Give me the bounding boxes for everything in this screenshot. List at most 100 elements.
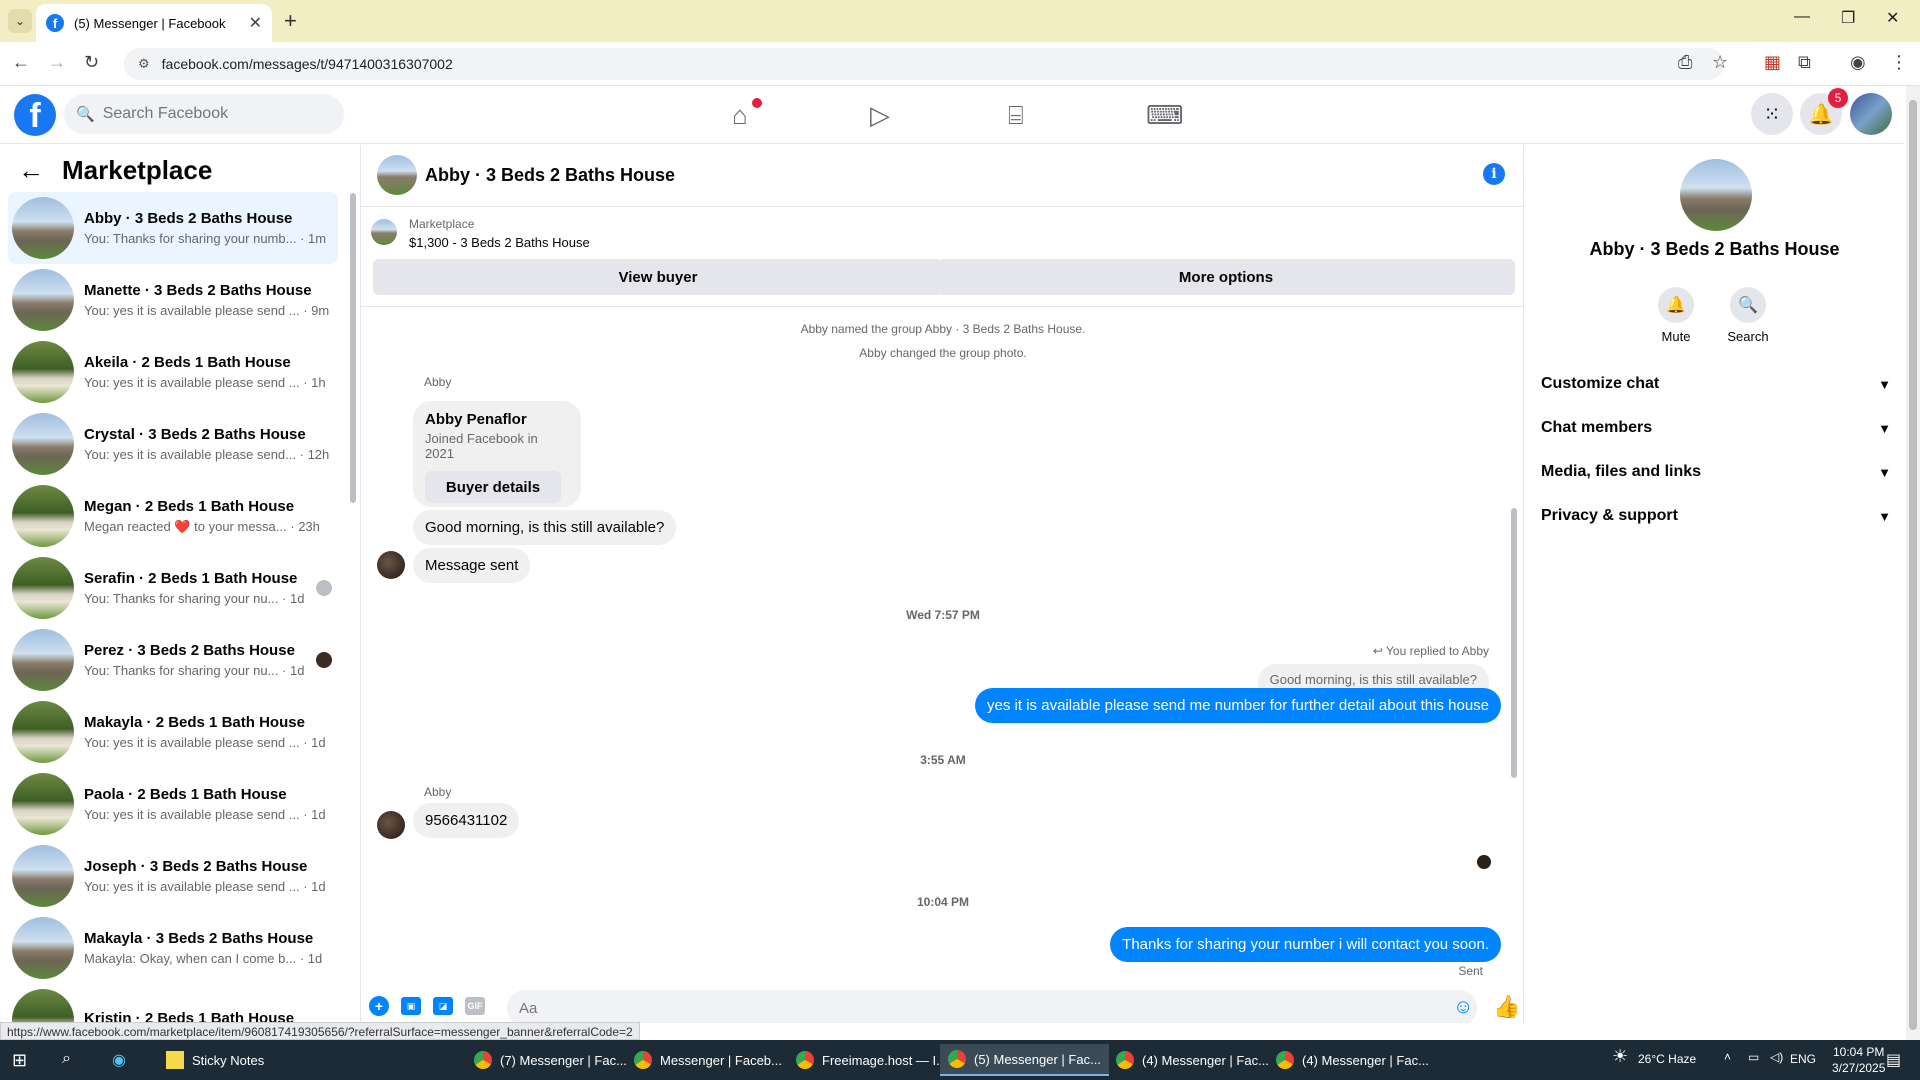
mute-action[interactable]: 🔔 Mute	[1641, 287, 1711, 344]
info-icon[interactable]: i	[1483, 163, 1505, 185]
browser-tab-active[interactable]: f (5) Messenger | Facebook ✕	[36, 4, 272, 42]
address-bar[interactable]: ⚙ facebook.com/messages/t/94714003163070…	[124, 48, 1724, 80]
conversation-item[interactable]: Joseph · 3 Beds 2 Baths House You: yes it…	[8, 840, 338, 912]
taskbar-app[interactable]: (5) Messenger | Fac...	[940, 1044, 1109, 1076]
new-tab-plus-icon[interactable]: +	[284, 8, 297, 34]
snippet-time: · 23h	[290, 518, 320, 534]
reload-icon[interactable]: ↻	[84, 52, 99, 73]
gaming-icon[interactable]: ⌨	[1146, 100, 1184, 131]
message-input[interactable]	[507, 990, 1477, 1023]
tray-chevron-icon[interactable]: ˄	[1724, 1050, 1731, 1064]
media-files-links-section[interactable]: Media, files and links ▼	[1541, 454, 1891, 490]
conversation-thumbnail	[12, 197, 74, 259]
edge-browser-icon[interactable]: ◉	[112, 1050, 126, 1070]
tab-search-chevron-icon[interactable]: ⌄	[8, 9, 32, 33]
taskbar-app[interactable]: Messenger | Faceb...	[626, 1044, 790, 1076]
buyer-details-button[interactable]: Buyer details	[425, 471, 561, 503]
taskbar-app[interactable]: Sticky Notes	[158, 1044, 272, 1076]
conversation-thumbnail	[12, 845, 74, 907]
site-info-icon[interactable]: ⚙	[138, 56, 150, 72]
sticker-icon[interactable]: ◪	[433, 997, 453, 1015]
more-options-button[interactable]: More options	[937, 259, 1515, 295]
back-icon[interactable]: ←	[12, 52, 30, 73]
outgoing-message[interactable]: yes it is available please send me numbe…	[975, 688, 1501, 723]
search-icon[interactable]: 🔍	[1730, 287, 1766, 323]
conversation-item[interactable]: Megan · 2 Beds 1 Bath House Megan reacted…	[8, 480, 338, 552]
minimize-icon[interactable]: —	[1794, 8, 1810, 26]
profile-icon[interactable]: ◉	[1850, 52, 1866, 73]
sender-avatar[interactable]	[377, 811, 405, 839]
page-scrollbar-thumb[interactable]	[1909, 100, 1917, 1030]
sender-avatar[interactable]	[377, 551, 405, 579]
emoji-icon[interactable]: ☺	[1453, 996, 1473, 1019]
taskbar-app[interactable]: Freeimage.host — I...	[788, 1044, 955, 1076]
conversation-item[interactable]: Makayla · 3 Beds 2 Baths House Makayla: O…	[8, 912, 338, 984]
search-action[interactable]: 🔍 Search	[1713, 287, 1783, 344]
back-arrow-icon[interactable]: ←	[18, 155, 44, 186]
conversation-item[interactable]: Abby · 3 Beds 2 Baths House You: Thanks f…	[8, 192, 338, 264]
conversation-item[interactable]: Crystal · 3 Beds 2 Baths House You: yes i…	[8, 408, 338, 480]
facebook-logo-icon[interactable]: f	[14, 94, 56, 136]
conversation-item[interactable]: Serafin · 2 Beds 1 Bath House You: Thanks…	[8, 552, 338, 624]
thumbs-up-icon[interactable]: 👍	[1493, 994, 1520, 1020]
bookmark-star-icon[interactable]: ☆	[1712, 52, 1728, 73]
incoming-message[interactable]: Message sent	[413, 548, 531, 583]
chat-title[interactable]: Abby · 3 Beds 2 Baths House	[425, 165, 675, 186]
network-icon[interactable]: ▭	[1748, 1050, 1759, 1064]
outgoing-message[interactable]: Thanks for sharing your number i will co…	[1110, 927, 1501, 962]
sidebar-scrollbar[interactable]	[350, 193, 356, 503]
taskbar-app[interactable]: (7) Messenger | Fac...	[466, 1044, 635, 1076]
windows-start-icon[interactable]: ⊞	[12, 1050, 27, 1071]
snippet-text: You: yes it is available please send ...	[84, 807, 300, 822]
conversation-item[interactable]: Akeila · 2 Beds 1 Bath House You: yes it …	[8, 336, 338, 408]
tab-close-icon[interactable]: ✕	[249, 13, 262, 33]
extensions-puzzle-icon[interactable]: ⧉	[1798, 52, 1811, 73]
taskbar-app[interactable]: (4) Messenger | Fac...	[1268, 1044, 1437, 1076]
conversation-item[interactable]: Manette · 3 Beds 2 Baths House You: yes i…	[8, 264, 338, 336]
view-buyer-button[interactable]: View buyer	[373, 259, 943, 295]
group-name: Abby · 3 Beds 2 Baths House	[1589, 239, 1840, 259]
taskbar-app[interactable]: (4) Messenger | Fac...	[1108, 1044, 1277, 1076]
home-icon[interactable]: ⌂	[732, 100, 748, 131]
incoming-message[interactable]: Good morning, is this still available?	[413, 510, 677, 545]
volume-icon[interactable]: ◁)	[1770, 1050, 1783, 1064]
conversation-item[interactable]: Kristin · 2 Beds 1 Bath House	[8, 984, 338, 1023]
taskbar-search-icon[interactable]: ⌕	[62, 1050, 71, 1068]
chrome-menu-icon[interactable]: ⋮	[1890, 52, 1908, 73]
forward-icon[interactable]: →	[48, 52, 66, 73]
marketplace-icon[interactable]: ⌸	[1008, 100, 1024, 132]
chat-members-section[interactable]: Chat members ▼	[1541, 410, 1891, 446]
conversation-item[interactable]: Perez · 3 Beds 2 Baths House You: Thanks …	[8, 624, 338, 696]
language-indicator[interactable]: ENG	[1790, 1052, 1816, 1066]
conversation-item[interactable]: Paola · 2 Beds 1 Bath House You: yes it i…	[8, 768, 338, 840]
account-avatar[interactable]	[1850, 93, 1892, 135]
conversation-item[interactable]: Makayla · 2 Beds 1 Bath House You: yes it…	[8, 696, 338, 768]
facebook-search[interactable]: 🔍	[64, 94, 344, 134]
chat-header-photo[interactable]	[377, 155, 417, 195]
group-photo[interactable]	[1680, 159, 1752, 231]
conversation-name: Akeila · 2 Beds 1 Bath House	[84, 354, 291, 371]
install-app-icon[interactable]: ⎙	[1678, 52, 1692, 73]
bell-icon[interactable]: 🔔	[1658, 287, 1694, 323]
chat-scrollbar[interactable]	[1511, 508, 1517, 778]
system-clock[interactable]: 10:04 PM 3/27/2025	[1832, 1044, 1885, 1076]
listing-thumbnail[interactable]	[371, 219, 397, 245]
listing-title[interactable]: $1,300 - 3 Beds 2 Baths House	[409, 235, 590, 250]
menu-grid-icon[interactable]: ⁙	[1751, 93, 1793, 135]
extension-off-icon[interactable]: ▦	[1764, 52, 1781, 73]
incoming-message[interactable]: 9566431102	[413, 803, 520, 838]
facebook-search-input[interactable]	[102, 105, 323, 123]
gif-icon[interactable]: GIF	[465, 997, 485, 1015]
photo-icon[interactable]: ▣	[401, 997, 421, 1015]
privacy-support-section[interactable]: Privacy & support ▼	[1541, 498, 1891, 534]
notification-center-icon[interactable]: ▤	[1886, 1050, 1901, 1070]
plus-icon[interactable]: +	[369, 996, 389, 1016]
message-composer: + ▣ ◪ GIF ☺ 👍	[361, 990, 1523, 1023]
conversation-name: Paola · 2 Beds 1 Bath House	[84, 786, 287, 803]
video-icon[interactable]: ▷	[870, 100, 890, 131]
restore-icon[interactable]: ❐	[1841, 8, 1855, 28]
close-window-icon[interactable]: ✕	[1886, 8, 1899, 28]
weather-text[interactable]: 26°C Haze	[1638, 1052, 1696, 1066]
weather-icon[interactable]: ☀	[1612, 1046, 1628, 1067]
customize-chat-section[interactable]: Customize chat ▼	[1541, 366, 1891, 402]
